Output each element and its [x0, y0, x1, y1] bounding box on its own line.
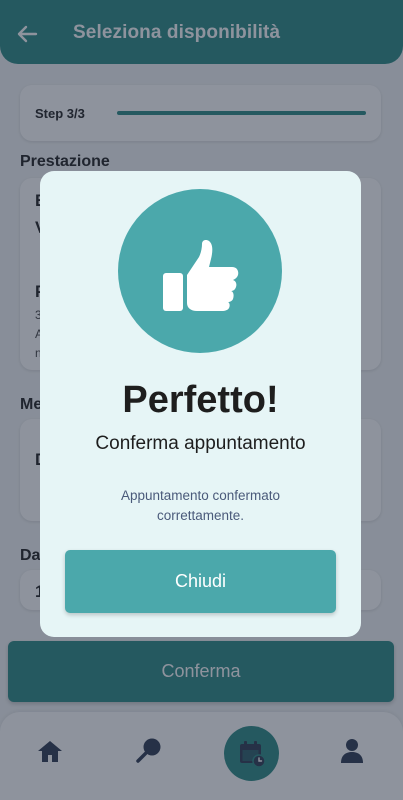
modal-subtitle: Conferma appuntamento	[95, 433, 306, 454]
modal-message: Appuntamento confermato correttamente.	[120, 488, 281, 523]
thumbs-up-icon	[163, 240, 239, 311]
thumbs-up-badge	[118, 189, 282, 353]
close-button-label: Chiudi	[174, 571, 227, 591]
modal-title: Perfetto!	[122, 379, 279, 421]
close-button[interactable]: Chiudi	[65, 550, 336, 613]
success-modal: Perfetto! Conferma appuntamento Appuntam…	[40, 171, 361, 637]
